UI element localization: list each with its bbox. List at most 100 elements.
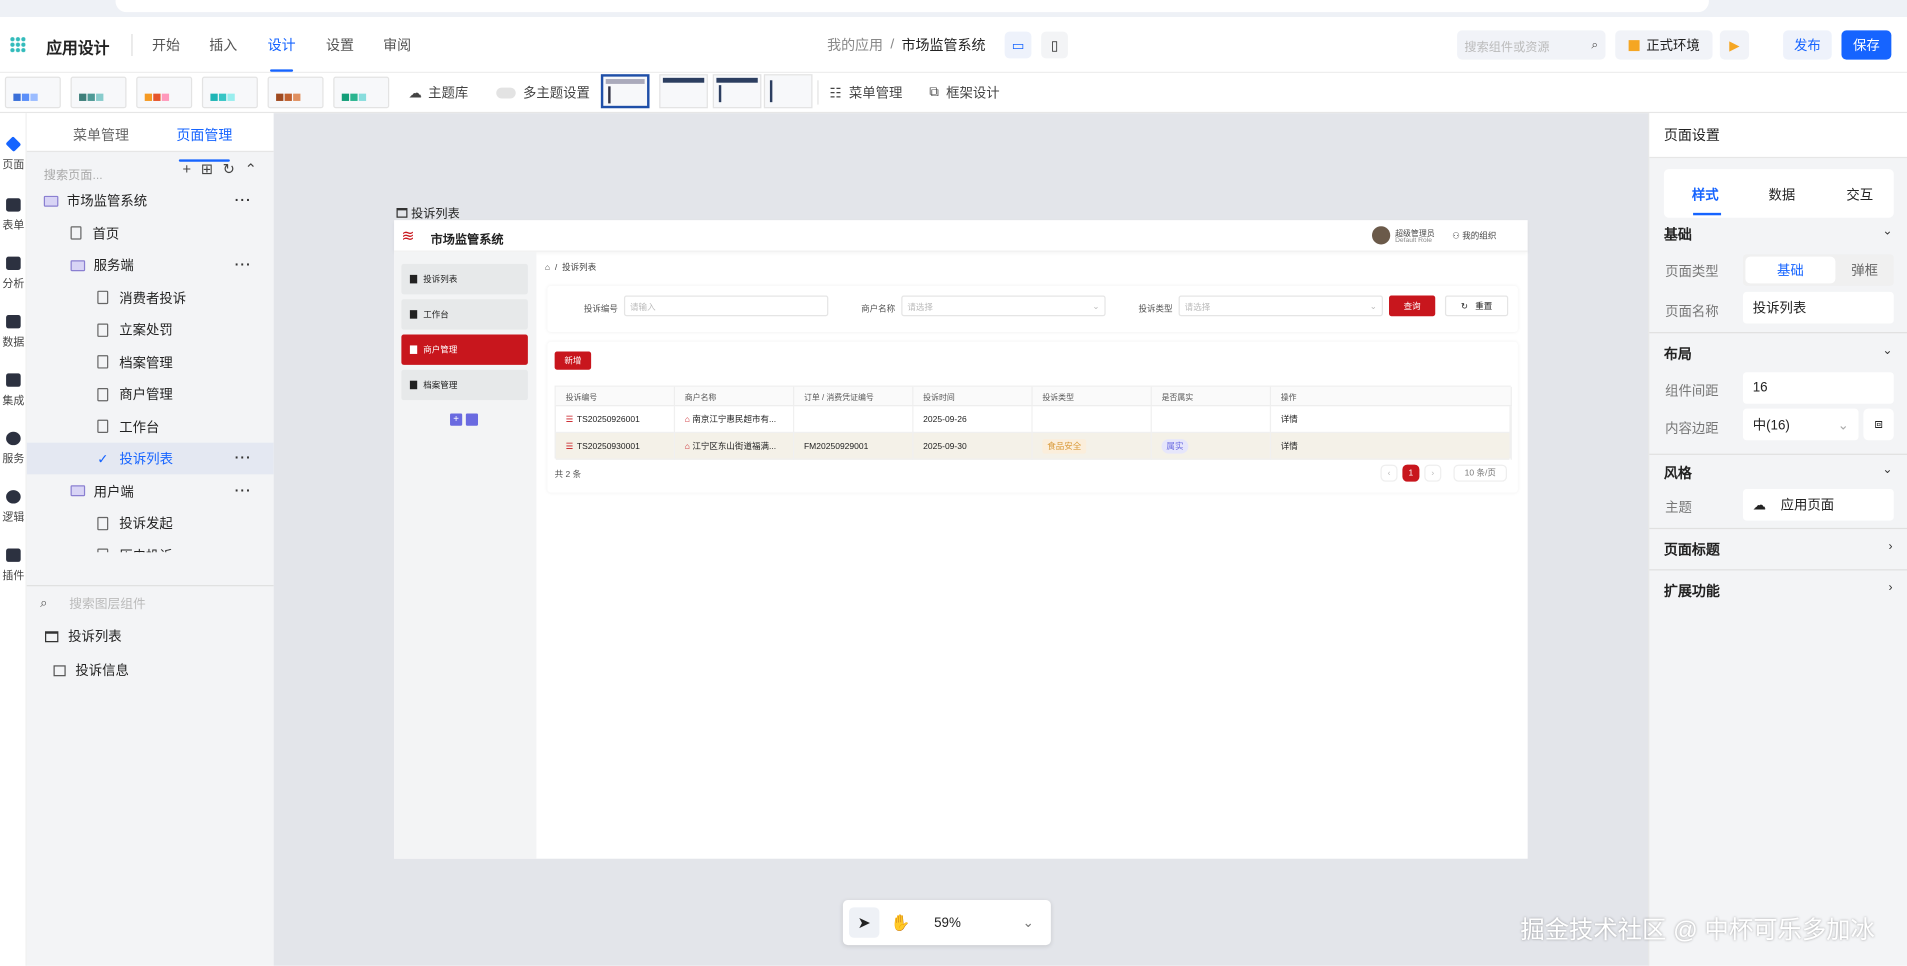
rail-services[interactable]: 服务 bbox=[0, 431, 27, 466]
section-basic[interactable]: 基础 bbox=[1664, 225, 1692, 244]
save-button[interactable]: 保存 bbox=[1841, 30, 1892, 60]
column-header[interactable]: 订单 / 消费凭证编号 bbox=[794, 386, 914, 407]
theme-swatch[interactable] bbox=[267, 76, 324, 109]
column-header[interactable]: 商户名称 bbox=[675, 386, 795, 407]
layer-item[interactable]: 投诉列表 bbox=[45, 626, 122, 645]
add-menu-icon[interactable]: + bbox=[450, 413, 463, 426]
more-icon[interactable]: ··· bbox=[235, 193, 252, 208]
layout-option-top-side[interactable] bbox=[600, 74, 650, 109]
tree-item[interactable]: 档案管理 bbox=[27, 346, 274, 378]
more-icon[interactable]: ··· bbox=[235, 258, 252, 273]
tab-interaction[interactable]: 交互 bbox=[1846, 185, 1873, 204]
layer-search-input[interactable]: ⌕ 搜索图层组件 bbox=[40, 595, 146, 613]
section-layout[interactable]: 布局 bbox=[1664, 344, 1692, 363]
reset-button[interactable]: ↻ 重置 bbox=[1444, 295, 1509, 317]
layout-option-top-nav-side[interactable] bbox=[712, 74, 762, 109]
tab-data[interactable]: 数据 bbox=[1769, 185, 1796, 204]
section-page-title[interactable]: 页面标题 bbox=[1664, 540, 1720, 559]
collapse-icon[interactable]: ⌃ bbox=[245, 161, 257, 178]
preview-menu-item[interactable]: 工作台 bbox=[401, 299, 528, 330]
tab-review[interactable]: 审阅 bbox=[383, 35, 411, 54]
tab-page-manage[interactable]: 页面管理 bbox=[176, 125, 232, 162]
theme-swatch[interactable] bbox=[70, 76, 127, 109]
complaint-no-input[interactable]: 请输入 bbox=[623, 295, 829, 317]
chevron-down-icon[interactable]: ⌄ bbox=[1882, 225, 1892, 238]
padding-detail-icon[interactable]: ⧈ bbox=[1863, 408, 1894, 441]
merchant-select[interactable]: 请选择 ⌄ bbox=[901, 295, 1106, 317]
column-header[interactable]: 是否属实 bbox=[1152, 386, 1272, 407]
tree-item[interactable]: 消费者投诉 bbox=[27, 282, 274, 314]
preview-menu-item[interactable]: 商户管理 bbox=[401, 334, 528, 365]
environment-button[interactable]: 正式环境 bbox=[1615, 30, 1713, 60]
prev-page-button[interactable]: ‹ bbox=[1380, 464, 1398, 482]
search-input[interactable]: 搜索组件或资源 ⌕ bbox=[1457, 30, 1606, 60]
frame-design-button[interactable]: ⧉ 框架设计 bbox=[929, 83, 999, 102]
column-header[interactable]: 投诉编号 bbox=[556, 386, 676, 407]
tree-item[interactable]: 首页 bbox=[27, 217, 274, 249]
theme-swatch[interactable] bbox=[136, 76, 193, 109]
mobile-view-button[interactable]: ▯ bbox=[1041, 31, 1068, 59]
org-link[interactable]: ⚇ 我的组织 bbox=[1452, 230, 1496, 242]
column-header[interactable]: 投诉类型 bbox=[1033, 386, 1152, 407]
url-bar[interactable] bbox=[115, 0, 1709, 13]
select-tool-icon[interactable]: ➤ bbox=[848, 907, 880, 938]
theme-swatch[interactable] bbox=[201, 76, 258, 109]
multi-theme-toggle[interactable]: 多主题设置 bbox=[496, 83, 590, 102]
table-cell[interactable]: 详情 bbox=[1271, 406, 1512, 434]
add-folder-icon[interactable]: ⊞ bbox=[201, 161, 213, 178]
page-preview[interactable]: ≋ 市场监管系统 超级管理员 Default Role ⚇ 我的组织 投诉列表工… bbox=[394, 220, 1528, 859]
rail-data[interactable]: 数据 bbox=[0, 315, 27, 349]
tree-item[interactable]: 立案处罚 bbox=[27, 314, 274, 346]
chevron-right-icon[interactable]: › bbox=[1888, 581, 1892, 594]
page-name-input[interactable]: 投诉列表 bbox=[1742, 291, 1894, 324]
tree-item[interactable]: ✓ 投诉列表 ··· bbox=[26, 442, 274, 475]
tab-settings[interactable]: 设置 bbox=[326, 35, 354, 54]
rail-logic[interactable]: 逻辑 bbox=[0, 490, 27, 524]
theme-select[interactable]: ☁ 应用页面 bbox=[1742, 488, 1894, 521]
breadcrumb-root[interactable]: 我的应用 bbox=[827, 35, 883, 54]
tree-item[interactable]: 用户端 ··· bbox=[27, 475, 274, 507]
tab-style[interactable]: 样式 bbox=[1692, 185, 1719, 204]
section-extensions[interactable]: 扩展功能 bbox=[1664, 581, 1720, 600]
rail-analysis[interactable]: 分析 bbox=[0, 256, 27, 291]
home-icon[interactable]: ⌂ bbox=[545, 263, 550, 272]
rail-integration[interactable]: 集成 bbox=[0, 373, 27, 407]
theme-swatch[interactable] bbox=[4, 76, 61, 109]
refresh-icon[interactable]: ↻ bbox=[223, 161, 235, 178]
theme-swatch[interactable] bbox=[333, 76, 390, 109]
preview-menu-item[interactable]: 档案管理 bbox=[401, 369, 528, 401]
add-page-icon[interactable] bbox=[465, 413, 479, 426]
chevron-down-icon[interactable]: ⌄ bbox=[1882, 344, 1892, 357]
add-icon[interactable]: + bbox=[182, 161, 191, 178]
add-button[interactable]: 新增 bbox=[554, 351, 592, 370]
preview-play-button[interactable]: ▶ bbox=[1719, 30, 1750, 60]
next-page-button[interactable]: › bbox=[1424, 464, 1442, 482]
column-header[interactable]: 投诉时间 bbox=[913, 386, 1033, 407]
zoom-select[interactable]: 59% ⌄ bbox=[924, 907, 1043, 937]
page-size-select[interactable]: 10 条/页 bbox=[1453, 464, 1507, 482]
desktop-view-button[interactable]: ▭ bbox=[1004, 31, 1032, 59]
tree-item[interactable]: 服务端 ··· bbox=[27, 249, 274, 281]
app-grid-icon[interactable] bbox=[9, 36, 26, 53]
column-header[interactable]: 操作 bbox=[1271, 386, 1512, 407]
more-icon[interactable]: ··· bbox=[235, 451, 252, 466]
publish-button[interactable]: 发布 bbox=[1783, 30, 1832, 60]
menu-manage-button[interactable]: ☷ 菜单管理 bbox=[830, 83, 903, 102]
tab-insert[interactable]: 插入 bbox=[209, 35, 237, 54]
tree-item[interactable]: 工作台 bbox=[27, 411, 274, 443]
tree-item[interactable]: 市场监管系统 ··· bbox=[27, 185, 274, 217]
page-type-basic[interactable]: 基础 bbox=[1745, 256, 1836, 284]
query-button[interactable]: 查询 bbox=[1389, 295, 1436, 317]
toggle-switch[interactable] bbox=[496, 86, 516, 98]
section-style[interactable]: 风格 bbox=[1664, 463, 1692, 482]
content-padding-select[interactable]: 中(16) ⌄ bbox=[1742, 408, 1859, 441]
tree-item[interactable]: 投诉发起 bbox=[27, 507, 274, 539]
rail-forms[interactable]: 表单 bbox=[0, 198, 27, 232]
tab-start[interactable]: 开始 bbox=[152, 35, 180, 54]
tab-design[interactable]: 设计 bbox=[268, 35, 296, 72]
complaint-type-select[interactable]: 请选择 ⌄ bbox=[1178, 295, 1383, 317]
page-1-button[interactable]: 1 bbox=[1402, 464, 1420, 482]
layout-option-side[interactable] bbox=[763, 74, 813, 109]
more-icon[interactable]: ··· bbox=[235, 483, 252, 498]
component-gap-input[interactable]: 16 bbox=[1742, 372, 1894, 404]
